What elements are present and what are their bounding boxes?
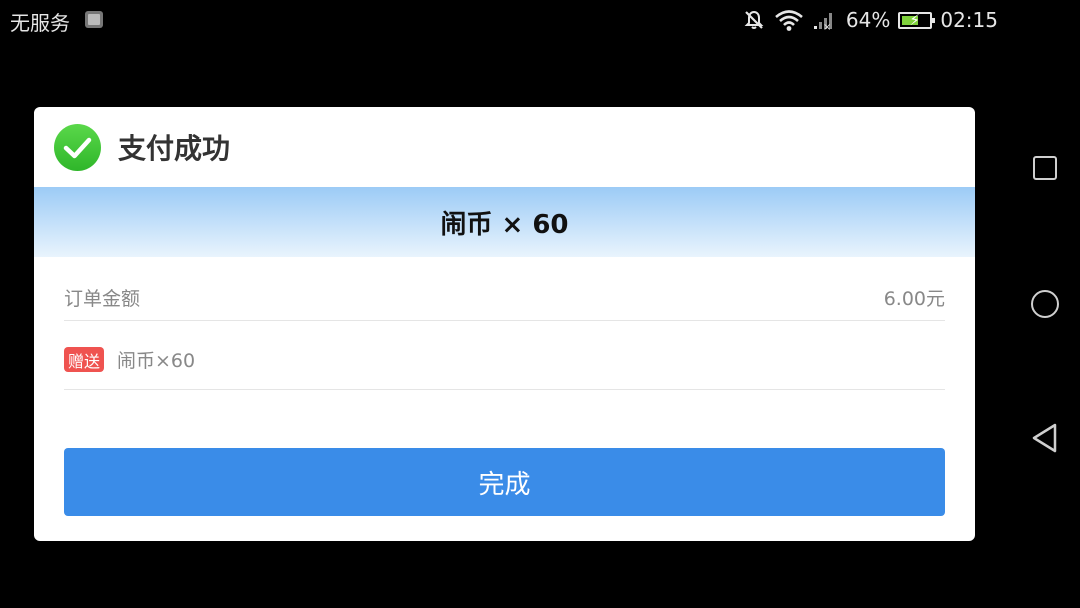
gift-text: 闹币×60	[117, 350, 196, 372]
gift-badge: 赠送	[64, 347, 104, 372]
order-amount-row: 订单金额 6.00元	[64, 257, 945, 321]
image-icon	[85, 11, 103, 28]
recent-apps-button[interactable]	[1028, 151, 1062, 185]
battery-percent: 64%	[845, 8, 891, 32]
wifi-icon	[775, 10, 803, 31]
dialog-title: 支付成功	[118, 132, 231, 165]
clock: 02:15	[940, 8, 998, 32]
done-button[interactable]: 完成	[64, 448, 945, 516]
status-icons: × 64% ⚡ 02:15	[742, 6, 998, 34]
product-band: 闹币 × 60	[34, 187, 975, 257]
payment-success-dialog: 支付成功 闹币 × 60 订单金额 6.00元 赠送 闹币×60 完成	[34, 107, 975, 541]
back-icon	[1032, 423, 1057, 453]
success-check-icon	[54, 124, 101, 171]
dialog-header: 支付成功	[34, 107, 975, 187]
recent-apps-icon	[1033, 156, 1057, 180]
mute-icon	[744, 10, 764, 29]
navigation-bar	[1010, 0, 1080, 608]
signal-icon: ×	[813, 13, 832, 31]
order-amount-value: 6.00元	[883, 288, 945, 310]
gift-row: 赠送 闹币×60	[64, 321, 945, 390]
order-amount-label: 订单金额	[64, 288, 141, 310]
product-label: 闹币 × 60	[440, 209, 569, 240]
carrier-label: 无服务	[10, 11, 70, 35]
home-button[interactable]	[1028, 287, 1062, 321]
status-bar: 无服务 × 64% ⚡ 02:15	[0, 0, 1010, 40]
home-icon	[1031, 290, 1059, 318]
battery-icon: ⚡	[898, 11, 936, 29]
back-button[interactable]	[1028, 421, 1062, 455]
svg-text:×: ×	[823, 22, 831, 31]
